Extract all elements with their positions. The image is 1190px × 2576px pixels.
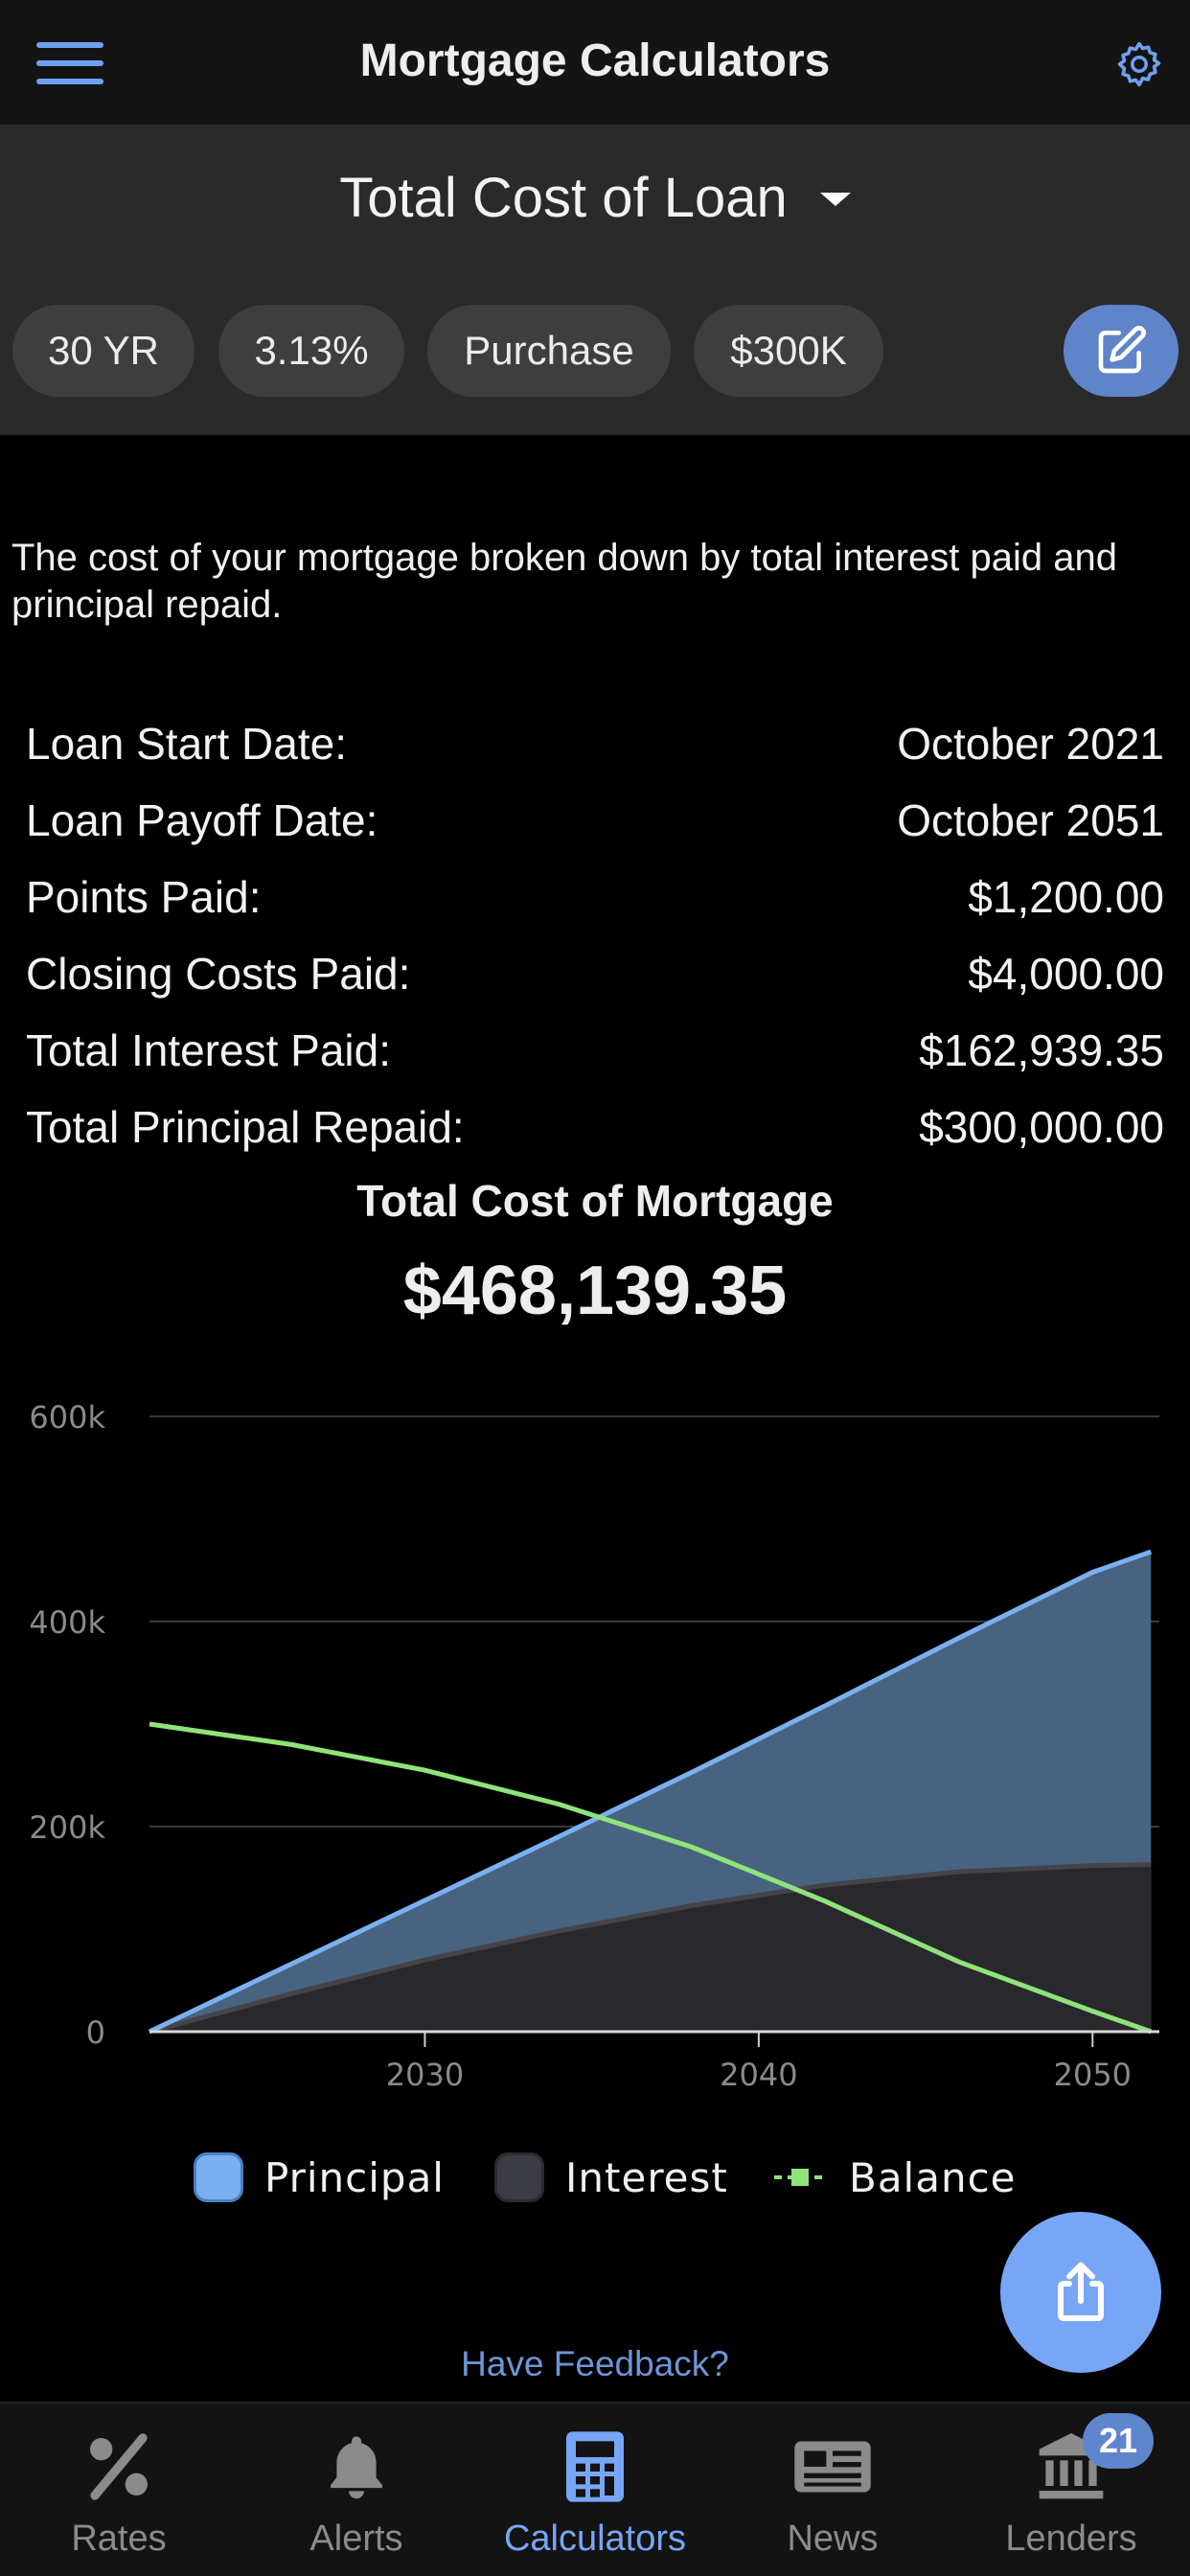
legend-balance[interactable]: Balance xyxy=(772,2147,1017,2208)
summary-row: Total Principal Repaid: $300,000.00 xyxy=(26,1098,1164,1156)
legend-label: Principal xyxy=(264,2153,445,2201)
nav-label: Calculators xyxy=(503,2518,687,2559)
nav-label: Rates xyxy=(71,2518,167,2559)
chevron-down-icon xyxy=(819,193,851,206)
bell-icon xyxy=(331,2436,382,2499)
bottom-navigation: Rates Alerts Calculators News 21 Lenders xyxy=(0,2402,1190,2576)
app-title: Mortgage Calculators xyxy=(359,35,831,86)
summary-value: $300,000.00 xyxy=(919,1102,1164,1152)
summary-row: Closing Costs Paid: $4,000.00 xyxy=(26,945,1164,1002)
summary-label: Loan Start Date: xyxy=(26,719,347,769)
percent-icon xyxy=(90,2433,148,2500)
loan-amount-chip[interactable]: $300K xyxy=(694,305,883,397)
cost-breakdown-chart: 0 200k 400k 600k 2030 2040 2050 xyxy=(29,1399,1159,2093)
nav-lenders[interactable]: 21 Lenders xyxy=(952,2404,1190,2576)
x-tick-label: 2030 xyxy=(386,2057,464,2093)
summary-row: Loan Payoff Date: October 2051 xyxy=(26,792,1164,849)
nav-calculators[interactable]: Calculators xyxy=(476,2404,714,2576)
rate-chip[interactable]: 3.13% xyxy=(218,305,404,397)
summary-row: Points Paid: $1,200.00 xyxy=(26,868,1164,926)
calculator-type-label: Total Cost of Loan xyxy=(339,166,788,229)
balance-line-swatch xyxy=(774,2169,826,2186)
loan-purpose-chip[interactable]: Purchase xyxy=(427,305,671,397)
nav-rates[interactable]: Rates xyxy=(0,2404,238,2576)
summary-value: $162,939.35 xyxy=(919,1025,1164,1075)
summary-label: Points Paid: xyxy=(26,872,262,922)
newspaper-icon xyxy=(794,2441,871,2493)
summary-value: October 2051 xyxy=(897,795,1164,845)
calculator-header: Total Cost of Loan 30 YR 3.13% Purchase … xyxy=(0,125,1190,435)
legend-interest[interactable]: Interest xyxy=(494,2147,728,2208)
y-tick-label: 600k xyxy=(29,1399,105,1436)
summary-row: Loan Start Date: October 2021 xyxy=(26,715,1164,772)
legend-label: Balance xyxy=(849,2153,1017,2201)
total-cost-value: $468,139.35 xyxy=(402,1253,788,1329)
legend-principal[interactable]: Principal xyxy=(194,2147,445,2208)
summary-row: Total Interest Paid: $162,939.35 xyxy=(26,1022,1164,1079)
nav-news[interactable]: News xyxy=(714,2404,951,2576)
calculator-icon xyxy=(566,2431,624,2502)
y-tick-label: 200k xyxy=(29,1809,105,1846)
lenders-count-badge: 21 xyxy=(1083,2413,1154,2469)
calculator-description: The cost of your mortgage broken down by… xyxy=(11,537,1118,626)
share-icon xyxy=(1058,2262,1104,2321)
summary-label: Loan Payoff Date: xyxy=(26,795,378,845)
summary-value: October 2021 xyxy=(897,719,1164,769)
gear-icon[interactable] xyxy=(1113,38,1165,90)
nav-label: Lenders xyxy=(1005,2518,1137,2559)
x-tick-label: 2050 xyxy=(1054,2057,1132,2093)
y-tick-label: 0 xyxy=(86,2014,105,2051)
chart-legend: Principal Interest Balance xyxy=(0,2147,1190,2208)
summary-label: Closing Costs Paid: xyxy=(26,949,411,999)
summary-label: Total Interest Paid: xyxy=(26,1025,391,1075)
legend-label: Interest xyxy=(565,2153,728,2201)
x-tick-label: 2040 xyxy=(720,2057,797,2093)
nav-label: Alerts xyxy=(309,2518,403,2559)
top-app-bar: Mortgage Calculators xyxy=(0,0,1190,125)
calculator-type-dropdown[interactable]: Total Cost of Loan xyxy=(0,159,1190,236)
summary-value: $1,200.00 xyxy=(968,872,1164,922)
nav-alerts[interactable]: Alerts xyxy=(238,2404,475,2576)
nav-label: News xyxy=(787,2518,879,2559)
y-tick-label: 400k xyxy=(29,1604,105,1641)
edit-icon[interactable] xyxy=(1064,305,1179,397)
interest-swatch xyxy=(494,2152,544,2202)
summary-label: Total Principal Repaid: xyxy=(26,1102,465,1152)
summary-value: $4,000.00 xyxy=(968,949,1164,999)
principal-swatch xyxy=(194,2152,243,2202)
feedback-link[interactable]: Have Feedback? xyxy=(0,2344,1190,2384)
total-cost-label: Total Cost of Mortgage xyxy=(356,1176,834,1226)
term-chip[interactable]: 30 YR xyxy=(12,305,195,397)
